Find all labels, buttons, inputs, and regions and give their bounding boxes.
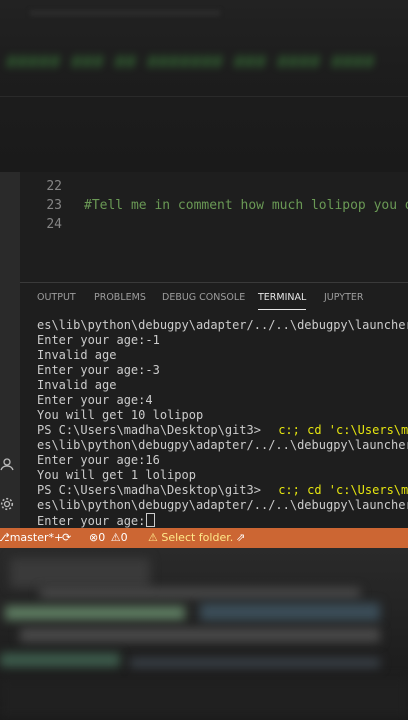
terminal-cursor: [146, 513, 156, 527]
select-folder-status[interactable]: ⚠ Select folder.: [148, 531, 233, 544]
blur-shape: [5, 606, 185, 620]
warning-icon: ⚠: [110, 531, 121, 544]
terminal-line: Enter your age:16: [37, 453, 160, 467]
blur-shape: [40, 588, 360, 598]
editor-line: 23 #Tell me in comment how much lolipop …: [20, 196, 408, 215]
warning-count: 0: [120, 531, 128, 544]
tab-jupyter[interactable]: JUPYTER: [324, 292, 363, 303]
terminal-prompt-line: PS C:\Users\madha\Desktop\git3> c:; cd '…: [37, 483, 408, 498]
line-number: 23: [46, 198, 62, 213]
debug-icon[interactable]: ⇗: [236, 531, 245, 544]
terminal-line: Enter your age:4: [37, 393, 153, 407]
divider: [0, 96, 408, 97]
editor-line: 24: [20, 215, 408, 234]
line-number: 22: [46, 179, 62, 194]
terminal-line: You will get 1 lolipop: [37, 468, 196, 482]
account-icon[interactable]: [0, 457, 14, 471]
tab-problems[interactable]: PROBLEMS: [94, 292, 146, 303]
terminal-line: Enter your age:-1: [37, 333, 160, 347]
comment-text: #Tell me in comment how much lolipop you…: [84, 198, 408, 213]
gear-icon[interactable]: [0, 497, 14, 511]
terminal-line: es\lib\python\debugpy\adapter/../..\debu…: [37, 438, 408, 452]
line-number: 24: [46, 217, 62, 232]
code-editor[interactable]: 22 23 #Tell me in comment how much lolip…: [20, 172, 408, 282]
blur-shape: [20, 628, 380, 642]
prompt-text: PS C:\Users\madha\Desktop\git3>: [37, 423, 261, 437]
command-text: c:; cd 'c:\Users\madha: [278, 423, 408, 437]
status-bar: ⎇master*+ ⟳ ⊗0 ⚠0 ⚠ Select folder. ⇗: [0, 528, 408, 548]
terminal-line: es\lib\python\debugpy\adapter/../..\debu…: [37, 498, 408, 512]
editor-line: 22: [20, 177, 408, 196]
branch-icon: ⎇: [0, 531, 10, 544]
blurred-code-line: ##### ### ## ####### ### #### ####: [6, 52, 375, 73]
terminal-line: es\lib\python\debugpy\adapter/../..\debu…: [37, 318, 408, 332]
select-folder-label: Select folder.: [161, 531, 234, 544]
terminal-prompt-line: PS C:\Users\madha\Desktop\git3> c:; cd '…: [37, 423, 408, 438]
command-text: c:; cd 'c:\Users\madha: [278, 483, 408, 497]
problems-indicator[interactable]: ⊗0 ⚠0: [89, 531, 128, 544]
terminal[interactable]: es\lib\python\debugpy\adapter/../..\debu…: [20, 313, 408, 529]
tab-terminal[interactable]: TERMINAL: [258, 292, 307, 310]
blur-shape: [0, 678, 408, 718]
terminal-line: Enter your age:-3: [37, 363, 160, 377]
warning-icon: ⚠: [148, 531, 158, 544]
terminal-input-line[interactable]: Enter your age:: [37, 513, 156, 528]
bottom-panel: OUTPUT PROBLEMS DEBUG CONSOLE TERMINAL J…: [20, 282, 408, 529]
sync-icon[interactable]: ⟳: [62, 531, 71, 544]
error-count: 0: [98, 531, 106, 544]
prompt-text: PS C:\Users\madha\Desktop\git3>: [37, 483, 261, 497]
terminal-line: Invalid age: [37, 348, 117, 362]
tab-output[interactable]: OUTPUT: [37, 292, 76, 303]
blur-shape: [130, 658, 380, 668]
blur-shape: [30, 10, 220, 16]
terminal-line: Invalid age: [37, 378, 117, 392]
blurred-top-region: ##### ### ## ####### ### #### ####: [0, 0, 408, 172]
blurred-bottom-region: [0, 548, 408, 720]
branch-label: master*+: [9, 531, 64, 544]
terminal-line: You will get 10 lolipop: [37, 408, 204, 422]
branch-indicator[interactable]: ⎇master*+: [0, 531, 63, 544]
blur-shape: [0, 653, 120, 667]
blur-shape: [200, 603, 380, 621]
panel-tabs: OUTPUT PROBLEMS DEBUG CONSOLE TERMINAL J…: [20, 283, 408, 313]
error-icon: ⊗: [89, 531, 99, 544]
tab-debug-console[interactable]: DEBUG CONSOLE: [162, 292, 245, 303]
activity-bar: [0, 172, 20, 528]
input-prompt: Enter your age:: [37, 514, 146, 528]
blur-shape: [10, 558, 150, 588]
